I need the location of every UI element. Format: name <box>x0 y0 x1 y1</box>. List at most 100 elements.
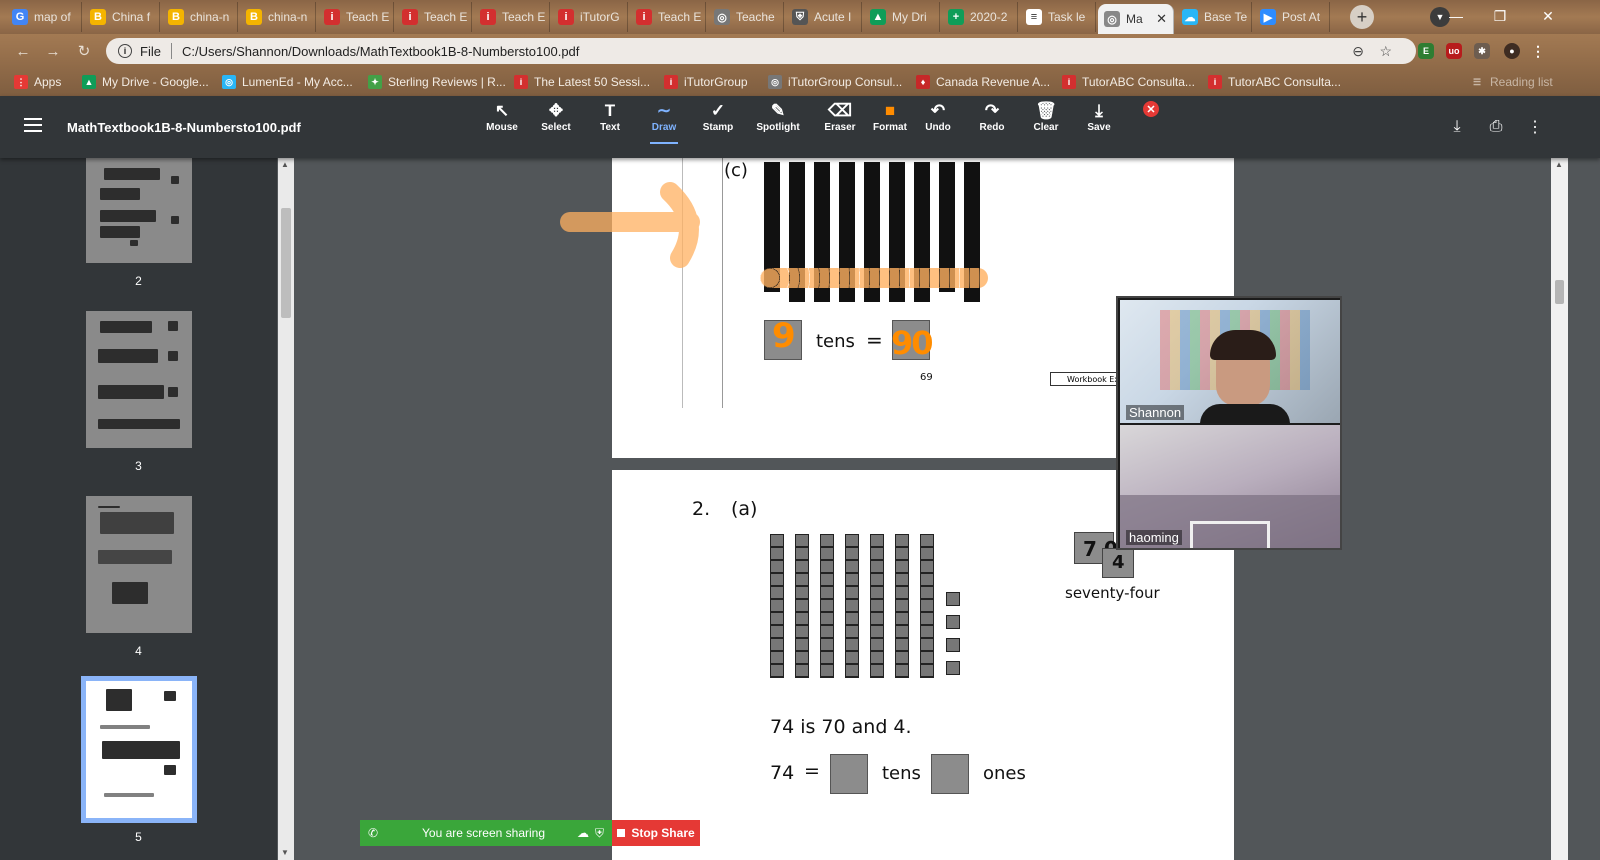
profile-avatar[interactable]: ● <box>1504 43 1520 59</box>
bookmark-item[interactable]: ⋮ Apps <box>14 73 61 91</box>
tab-2[interactable]: Bchina-n <box>162 2 238 32</box>
tab-12[interactable]: +2020-2 <box>942 2 1018 32</box>
tab-1[interactable]: B China f <box>84 2 160 32</box>
thumbnail-label: 2 <box>135 274 142 288</box>
tool-undo[interactable]: ↶ Undo <box>910 100 966 140</box>
forward-icon[interactable]: → <box>42 40 64 62</box>
tab-label: Teach E <box>424 10 468 24</box>
tab-label: iTutorG <box>580 10 620 24</box>
thumbnail-label: 5 <box>135 830 142 844</box>
screen-sharing-status: You are screen sharing <box>422 826 546 840</box>
tab-8[interactable]: i Teach E <box>630 2 706 32</box>
tab-3[interactable]: Bchina-n <box>240 2 316 32</box>
text-icon: T <box>604 101 616 120</box>
thumbnail-page-4[interactable] <box>86 496 192 633</box>
sidebar-scrollbar[interactable]: ▲ ▼ <box>278 158 294 860</box>
tab-15[interactable]: ☁ Base Te <box>1176 2 1252 32</box>
tool-clear[interactable]: 🗑 Clear <box>1018 100 1074 140</box>
restore-button[interactable]: ❐ <box>1480 4 1520 28</box>
close-window-button[interactable]: ✕ <box>1528 4 1568 28</box>
google-icon: G <box>12 9 28 25</box>
thumbnail-page-3[interactable] <box>86 311 192 448</box>
reading-list[interactable]: ☰ Reading list <box>1470 73 1553 91</box>
tab-10[interactable]: ⛨ Acute I <box>786 2 862 32</box>
new-tab-button[interactable]: + <box>1350 5 1374 29</box>
document-scrollbar[interactable]: ▲ <box>1551 158 1568 860</box>
bookmark-item[interactable]: ✦ Sterling Reviews | R... <box>368 73 506 91</box>
tab-0[interactable]: Gmap of <box>6 2 82 32</box>
extensions-puzzle-icon[interactable]: ✱ <box>1474 43 1490 59</box>
tool-draw[interactable]: ∼ Draw <box>636 100 692 144</box>
download-icon[interactable]: ⤓ <box>1446 116 1468 138</box>
tool-select[interactable]: ✥ Select <box>528 100 584 140</box>
bookmark-item[interactable]: i TutorABC Consulta... <box>1208 73 1341 91</box>
sidebar-menu-icon[interactable] <box>24 118 42 132</box>
tab-6[interactable]: i Teach E <box>474 2 550 32</box>
tab-label: china-n <box>268 10 308 24</box>
tool-label: Undo <box>925 122 951 133</box>
info-icon[interactable]: i <box>118 44 132 58</box>
back-icon[interactable]: ← <box>12 40 34 62</box>
reload-icon[interactable]: ↻ <box>73 40 95 62</box>
browser-menu-icon[interactable]: ⋮ <box>1530 43 1546 59</box>
evernote-extension-icon[interactable]: E <box>1418 43 1434 59</box>
bookmark-favicon-icon: i <box>514 75 528 89</box>
equation-number: 74 <box>770 762 795 784</box>
screen-sharing-indicator[interactable]: ✆ You are screen sharing ☁ ⛨ <box>360 820 612 846</box>
video-tile-shannon[interactable]: Shannon <box>1120 300 1340 423</box>
bookmark-favicon-icon: ✦ <box>368 75 382 89</box>
sidebar-scroll-thumb[interactable] <box>281 208 291 318</box>
address-bar[interactable]: i File C:/Users/Shannon/Downloads/MathTe… <box>106 38 1416 64</box>
tool-save[interactable]: ⤓ Save <box>1071 100 1127 140</box>
bookmark-item[interactable]: ▲ My Drive - Google... <box>82 73 209 91</box>
bookmark-item[interactable]: ♦ Canada Revenue A... <box>916 73 1050 91</box>
minimize-button[interactable]: — <box>1436 4 1476 28</box>
tool-stamp[interactable]: ✓ Stamp <box>690 100 746 140</box>
url-text[interactable]: C:/Users/Shannon/Downloads/MathTextbook1… <box>182 44 579 59</box>
tool-mouse[interactable]: ↖ Mouse <box>474 100 530 140</box>
tool-text[interactable]: T Text <box>582 100 638 140</box>
more-options-icon[interactable]: ⋮ <box>1524 116 1546 138</box>
close-annotation-toolbar-button[interactable]: ✕ <box>1143 101 1159 117</box>
stop-share-button[interactable]: Stop Share <box>612 820 700 846</box>
tab-14[interactable]: ◎ Ma ✕ <box>1098 4 1174 34</box>
tab-16[interactable]: ▶ Post At <box>1254 2 1330 32</box>
tool-label: Select <box>541 122 571 133</box>
tab-label: Post At <box>1282 10 1321 24</box>
tab-label: My Dri <box>892 10 927 24</box>
bookmark-item[interactable]: i The Latest 50 Sessi... <box>514 73 650 91</box>
tool-redo[interactable]: ↷ Redo <box>964 100 1020 140</box>
bookmark-item[interactable]: ◎ LumenEd - My Acc... <box>222 73 353 91</box>
bookmark-label: Canada Revenue A... <box>936 75 1051 89</box>
bookmark-item[interactable]: ◎ iTutorGroup Consul... <box>768 73 902 91</box>
tab-4[interactable]: i Teach E <box>318 2 394 32</box>
url-divider <box>170 43 172 59</box>
tab-label: Acute I <box>814 10 852 24</box>
itutor-icon: i <box>324 9 340 25</box>
video-gallery-panel[interactable]: Shannon haoming <box>1116 296 1342 550</box>
bookmark-item[interactable]: i TutorABC Consulta... <box>1062 73 1195 91</box>
tool-label: Clear <box>1033 122 1059 133</box>
print-icon[interactable]: ⎙ <box>1485 116 1507 138</box>
equation-ones-word: ones <box>983 763 1026 784</box>
tab-7[interactable]: i iTutorG <box>552 2 628 32</box>
document-scroll-thumb[interactable] <box>1555 280 1564 304</box>
bookmark-label: TutorABC Consulta... <box>1228 75 1341 89</box>
tab-13[interactable]: ≡ Task le <box>1020 2 1096 32</box>
tool-eraser[interactable]: ⌫ Eraser <box>812 100 868 140</box>
bookmark-star-icon[interactable]: ☆ <box>1379 43 1392 60</box>
zoom-icon[interactable]: ⊖ <box>1352 43 1364 60</box>
tab-9[interactable]: ◎ Teache <box>708 2 784 32</box>
video-tile-haoming[interactable]: haoming <box>1120 425 1340 548</box>
tab-11[interactable]: ▲ My Dri <box>864 2 940 32</box>
tab-5[interactable]: i Teach E <box>396 2 472 32</box>
bookmark-label: iTutorGroup Consul... <box>788 75 903 89</box>
ublock-extension-icon[interactable]: uo <box>1446 43 1462 59</box>
thumbnail-page-5[interactable] <box>81 676 197 823</box>
close-tab-icon[interactable]: ✕ <box>1156 11 1167 27</box>
bookmark-app-icon: B <box>168 9 184 25</box>
tool-spotlight[interactable]: ✎ Spotlight <box>750 100 806 140</box>
bookmark-favicon-icon: ⋮ <box>14 75 28 89</box>
thumbnail-page-2[interactable] <box>86 158 192 263</box>
bookmark-item[interactable]: i iTutorGroup <box>664 73 748 91</box>
